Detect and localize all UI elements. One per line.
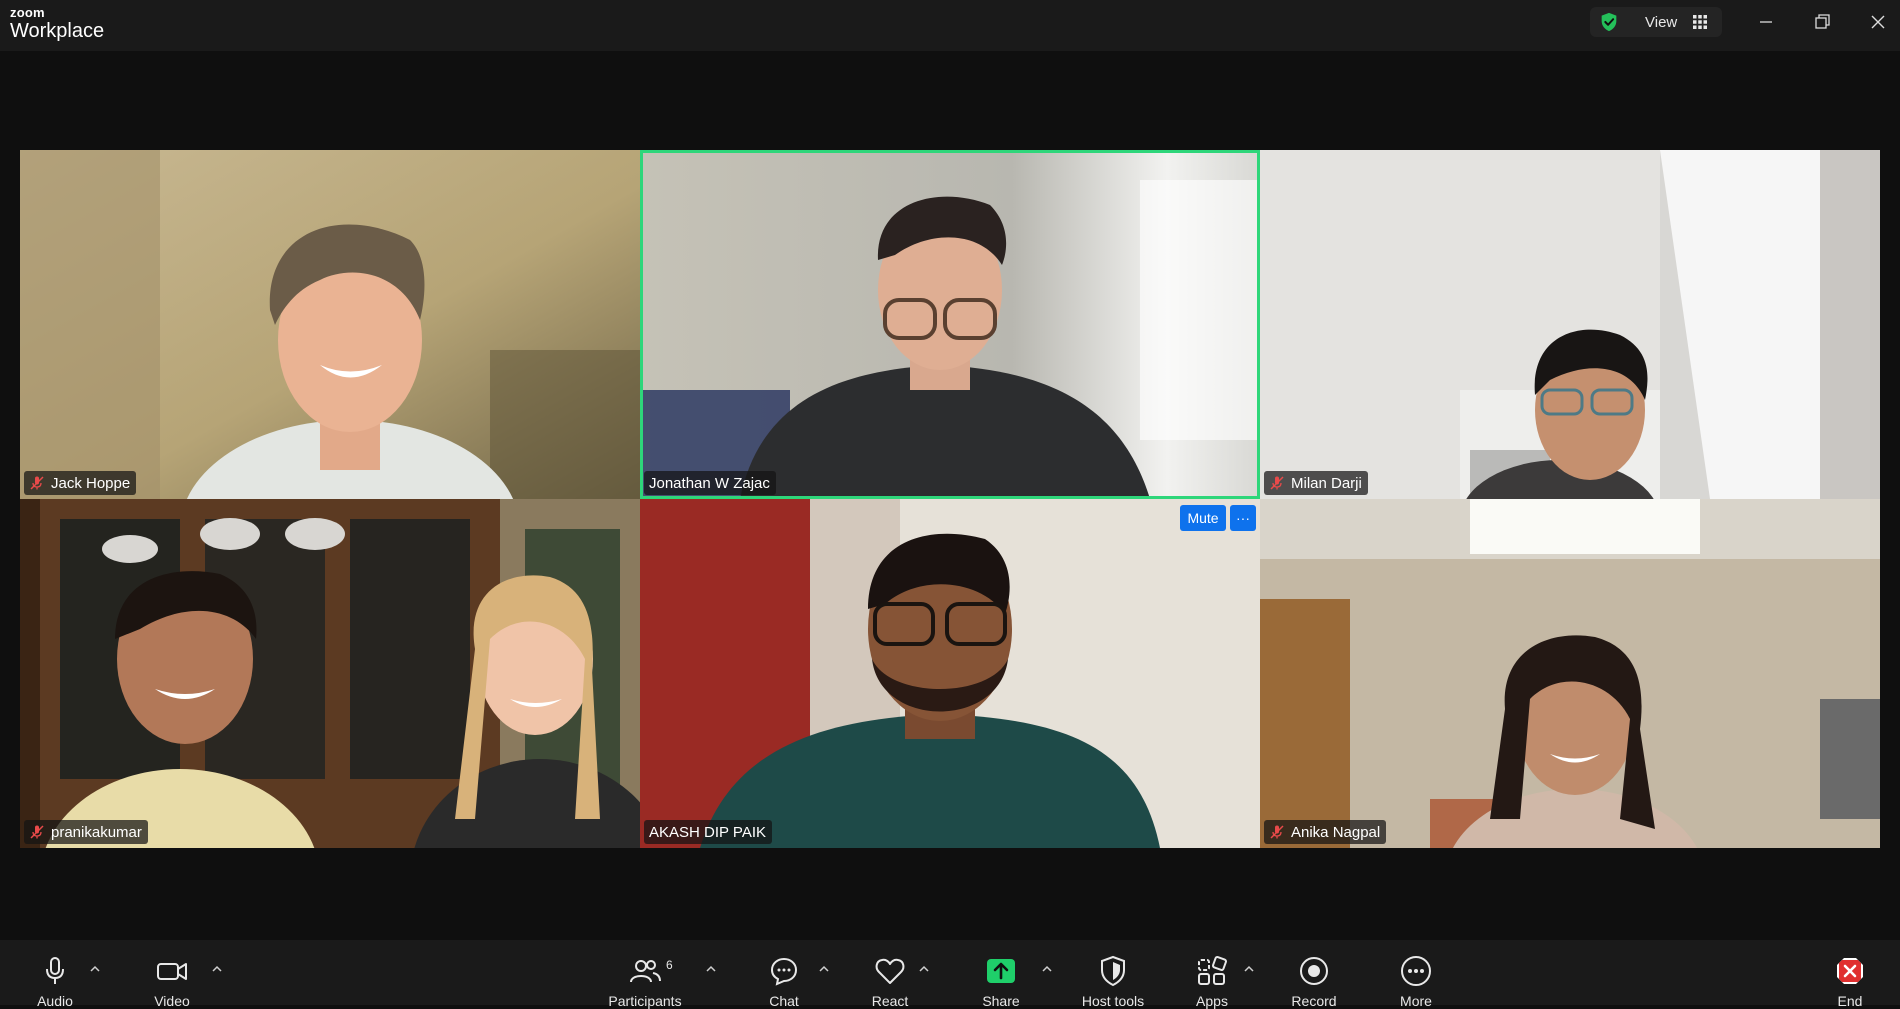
- participant-name-tag: Jonathan W Zajac: [644, 471, 776, 495]
- video-tile-jack-hoppe[interactable]: Jack Hoppe: [20, 150, 640, 499]
- participant-video: [1260, 150, 1880, 499]
- chat-icon: [770, 957, 798, 986]
- end-label: End: [1837, 993, 1863, 1009]
- share-screen-icon: [987, 959, 1015, 983]
- participants-count: 6: [666, 958, 673, 972]
- meeting-toolbar: Audio Video Participants 6 Chat React Sh…: [0, 940, 1900, 1009]
- video-options-chevron-up-icon[interactable]: [210, 962, 224, 976]
- participant-name: Anika Nagpal: [1291, 823, 1381, 841]
- end-meeting-button[interactable]: End: [1832, 954, 1868, 1009]
- participant-more-options-button[interactable]: ···: [1230, 505, 1256, 531]
- react-label: React: [871, 993, 909, 1009]
- participant-name-tag: pranikakumar: [24, 820, 148, 844]
- chat-label: Chat: [769, 993, 799, 1009]
- participant-mute-button[interactable]: Mute: [1180, 505, 1226, 531]
- participant-name-tag: Jack Hoppe: [24, 471, 137, 495]
- participant-name-tag: AKASH DIP PAIK: [644, 820, 772, 844]
- apps-button[interactable]: Apps: [1190, 954, 1234, 1009]
- record-icon: [1300, 957, 1328, 985]
- microphone-icon: [46, 957, 64, 984]
- video-tile-pranikakumar[interactable]: pranikakumar: [20, 499, 640, 848]
- mic-muted-icon: [1270, 476, 1284, 490]
- audio-button[interactable]: Audio: [30, 954, 80, 1009]
- participants-button[interactable]: Participants: [602, 954, 688, 1009]
- more-label: More: [1400, 993, 1432, 1009]
- video-tile-akash-dip-paik[interactable]: Mute ··· AKASH DIP PAIK: [640, 499, 1260, 848]
- apps-label: Apps: [1196, 993, 1228, 1009]
- mic-muted-icon: [30, 476, 44, 490]
- mic-muted-icon: [30, 825, 44, 839]
- video-button[interactable]: Video: [146, 954, 198, 1009]
- share-options-chevron-up-icon[interactable]: [1040, 962, 1054, 976]
- participant-video: [20, 150, 640, 499]
- participant-name: Milan Darji: [1291, 474, 1362, 492]
- restore-icon[interactable]: [1808, 10, 1836, 34]
- video-tile-jonathan-w-zajac[interactable]: Jonathan W Zajac: [640, 150, 1260, 499]
- apps-icon: [1198, 956, 1227, 985]
- end-icon: [1837, 958, 1863, 984]
- participant-video: [640, 499, 1260, 848]
- react-options-chevron-up-icon[interactable]: [917, 962, 931, 976]
- participants-options-chevron-up-icon[interactable]: [704, 962, 718, 976]
- participant-name: Jack Hoppe: [51, 474, 131, 492]
- close-icon[interactable]: [1864, 10, 1892, 34]
- title-bar: zoom Workplace View: [0, 0, 1900, 51]
- heart-icon: [875, 958, 905, 984]
- video-tile-milan-darji[interactable]: Milan Darji: [1260, 150, 1880, 499]
- more-icon: [1401, 956, 1431, 986]
- participant-name-tag: Anika Nagpal: [1264, 820, 1387, 844]
- zoom-logo: zoom Workplace: [10, 6, 104, 41]
- apps-options-chevron-up-icon[interactable]: [1242, 962, 1256, 976]
- view-menu[interactable]: View: [1590, 7, 1722, 37]
- brand-top: zoom: [10, 5, 45, 20]
- host-tools-label: Host tools: [1081, 993, 1145, 1009]
- video-label: Video: [154, 993, 190, 1009]
- brand-bottom: Workplace: [10, 20, 105, 42]
- react-button[interactable]: React: [868, 954, 912, 1009]
- participants-label: Participants: [608, 993, 682, 1009]
- participants-icon: [630, 960, 661, 983]
- gallery-grid: Jack Hoppe Jonathan W Zajac Milan Darji …: [20, 150, 1880, 848]
- record-label: Record: [1291, 993, 1337, 1009]
- mic-muted-icon: [1270, 825, 1284, 839]
- video-camera-icon: [157, 963, 187, 980]
- participant-name: pranikakumar: [51, 823, 142, 841]
- minimize-icon[interactable]: [1752, 10, 1780, 34]
- chat-button[interactable]: Chat: [763, 954, 805, 1009]
- encryption-shield-icon[interactable]: [1598, 11, 1620, 33]
- view-button-label[interactable]: View: [1645, 14, 1677, 31]
- gallery-grid-icon[interactable]: [1693, 15, 1707, 29]
- participant-name: Jonathan W Zajac: [649, 474, 770, 492]
- share-label: Share: [982, 993, 1020, 1009]
- record-button[interactable]: Record: [1288, 954, 1340, 1009]
- more-button[interactable]: More: [1394, 954, 1438, 1009]
- audio-options-chevron-up-icon[interactable]: [88, 962, 102, 976]
- audio-label: Audio: [37, 993, 73, 1009]
- participant-video: [20, 499, 640, 848]
- chat-options-chevron-up-icon[interactable]: [817, 962, 831, 976]
- participant-video: [640, 150, 1260, 499]
- host-tools-button[interactable]: Host tools: [1076, 954, 1150, 1009]
- share-button[interactable]: Share: [978, 954, 1024, 1009]
- participant-name-tag: Milan Darji: [1264, 471, 1368, 495]
- participant-video: [1260, 499, 1880, 848]
- host-shield-icon: [1101, 955, 1125, 987]
- participant-name: AKASH DIP PAIK: [649, 823, 766, 841]
- video-tile-anika-nagpal[interactable]: Anika Nagpal: [1260, 499, 1880, 848]
